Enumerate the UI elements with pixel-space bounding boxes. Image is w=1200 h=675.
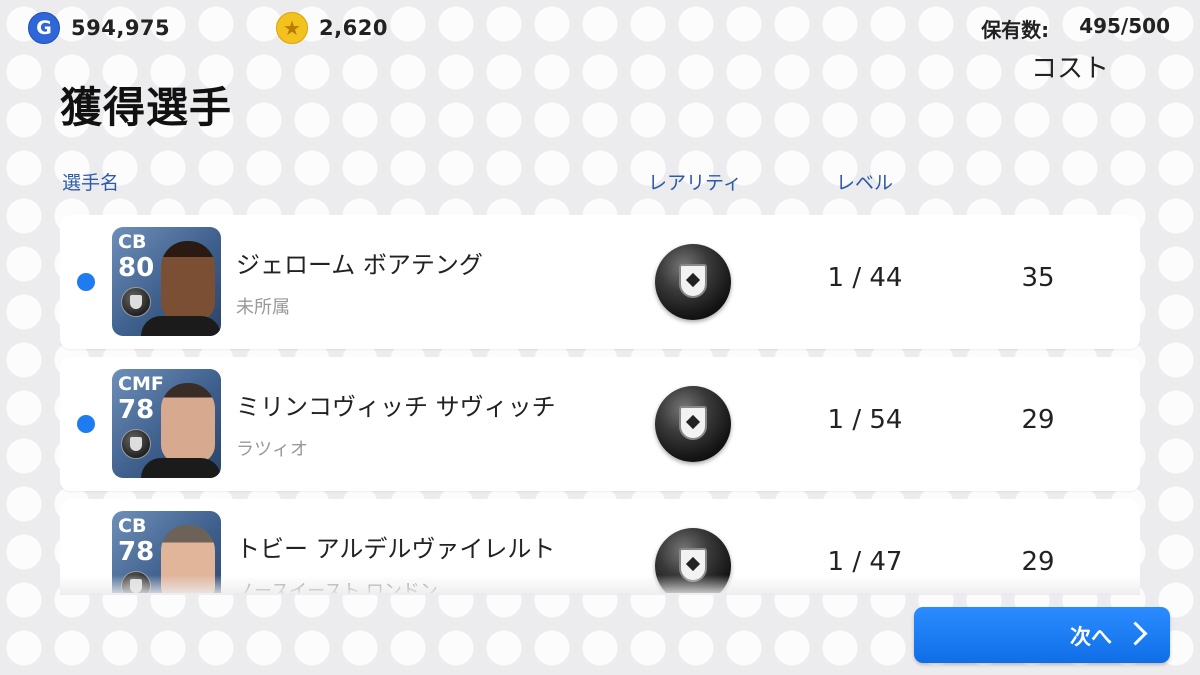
player-portrait bbox=[161, 383, 215, 463]
player-portrait bbox=[161, 241, 215, 321]
player-team: ノースイースト ロンドン bbox=[236, 581, 438, 593]
player-shirt bbox=[141, 316, 221, 336]
player-cost: 29 bbox=[1021, 405, 1055, 435]
player-card[interactable]: CMF 78 bbox=[112, 369, 221, 478]
rarity-ball-icon bbox=[655, 244, 731, 320]
new-indicator-dot bbox=[77, 273, 95, 291]
next-button[interactable]: 次へ bbox=[914, 607, 1170, 663]
player-card[interactable]: CB 80 bbox=[112, 227, 221, 336]
shield-icon bbox=[679, 406, 707, 440]
player-rating: 78 bbox=[118, 395, 155, 425]
star-icon: ★ bbox=[276, 12, 308, 44]
column-header-level: レベル bbox=[836, 172, 894, 194]
next-button-label: 次へ bbox=[1070, 625, 1112, 649]
player-team: ラツィオ bbox=[236, 439, 308, 460]
club-badge-icon bbox=[121, 287, 151, 317]
shield-icon bbox=[679, 264, 707, 298]
player-level: 1 / 44 bbox=[827, 263, 903, 293]
gp-balance: G 594,975 bbox=[28, 11, 170, 45]
owned-value: 495/500 bbox=[1079, 14, 1170, 38]
club-badge-icon bbox=[121, 429, 151, 459]
club-badge-icon bbox=[121, 571, 151, 593]
chevron-right-icon bbox=[1123, 621, 1148, 646]
column-header-rarity: レアリティ bbox=[648, 172, 742, 194]
player-rating: 80 bbox=[118, 253, 155, 283]
player-name: ジェローム ボアテング bbox=[236, 251, 483, 279]
player-card[interactable]: CB 78 bbox=[112, 511, 221, 593]
new-indicator-dot bbox=[77, 415, 95, 433]
player-row[interactable]: CB 80 ジェローム ボアテング 未所属 1 / 44 35 bbox=[60, 215, 1140, 349]
player-shirt bbox=[141, 458, 221, 478]
page-title: 獲得選手 bbox=[60, 83, 233, 132]
player-position: CB bbox=[118, 231, 147, 253]
player-cost: 29 bbox=[1021, 547, 1055, 577]
player-cost: 35 bbox=[1021, 263, 1055, 293]
player-name: ミリンコヴィッチ サヴィッチ bbox=[236, 393, 556, 421]
player-level: 1 / 54 bbox=[827, 405, 903, 435]
player-name: トビー アルデルヴァイレルト bbox=[236, 535, 556, 563]
gp-value: 594,975 bbox=[71, 16, 171, 40]
player-position: CMF bbox=[118, 373, 164, 395]
player-level: 1 / 47 bbox=[827, 547, 903, 577]
player-row[interactable]: CMF 78 ミリンコヴィッチ サヴィッチ ラツィオ 1 / 54 29 bbox=[60, 357, 1140, 491]
player-portrait bbox=[161, 525, 215, 593]
player-row[interactable]: CB 78 トビー アルデルヴァイレルト ノースイースト ロンドン 1 / 47… bbox=[60, 499, 1140, 593]
column-header-name: 選手名 bbox=[62, 172, 120, 194]
rarity-ball-icon bbox=[655, 528, 731, 593]
player-position: CB bbox=[118, 515, 147, 537]
coin-balance: ★ 2,620 bbox=[276, 11, 388, 45]
owned-count: 保有数: 495/500 bbox=[981, 14, 1170, 43]
player-list[interactable]: CB 80 ジェローム ボアテング 未所属 1 / 44 35 CMF 78 ミ… bbox=[60, 215, 1140, 593]
column-header-cost: コスト bbox=[1030, 54, 1109, 84]
owned-label: 保有数: bbox=[981, 18, 1050, 42]
shield-icon bbox=[679, 548, 707, 582]
rarity-ball-icon bbox=[655, 386, 731, 462]
gp-coin-icon: G bbox=[28, 12, 60, 44]
player-rating: 78 bbox=[118, 537, 155, 567]
player-team: 未所属 bbox=[236, 297, 290, 318]
coin-value: 2,620 bbox=[319, 16, 388, 40]
